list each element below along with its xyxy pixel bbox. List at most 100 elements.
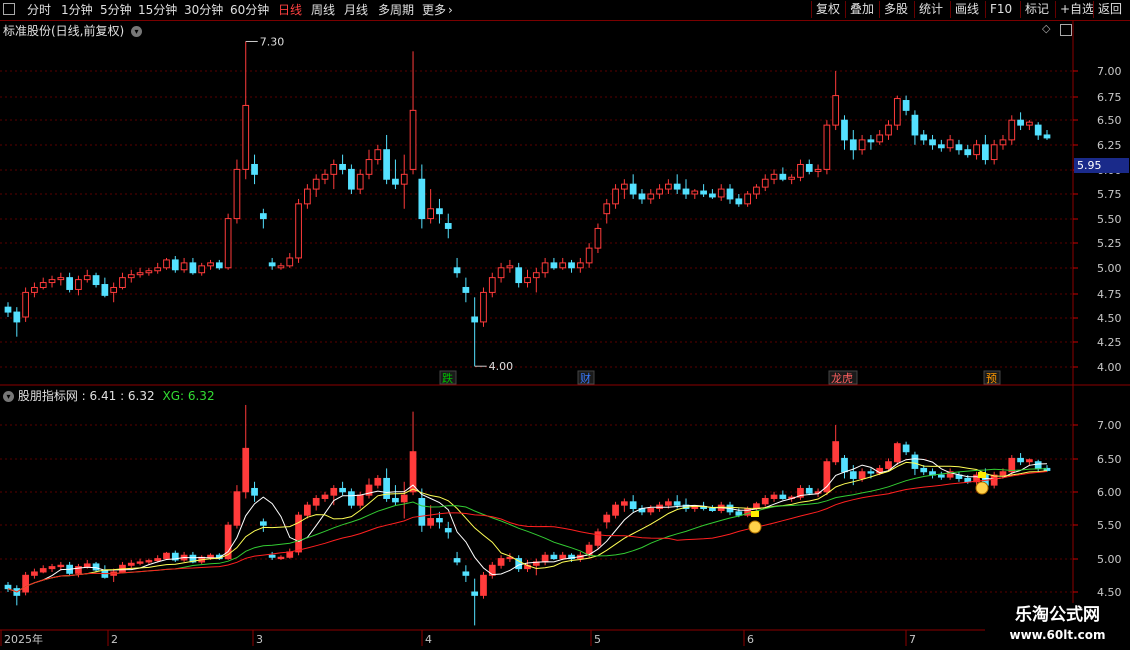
- ind-candle: [295, 514, 302, 553]
- main-candle: [57, 277, 65, 281]
- main-candle: [937, 144, 945, 149]
- ind-candle: [832, 441, 840, 463]
- ind-candle: [251, 487, 258, 496]
- main-price-label: 4.75: [1097, 288, 1122, 301]
- main-candle: [814, 168, 822, 172]
- main-candle: [259, 213, 267, 220]
- main-candle: [700, 190, 707, 195]
- main-candle: [83, 275, 91, 281]
- ind-candle: [480, 574, 487, 596]
- signal-marker: [978, 472, 986, 478]
- high-marker-label: 7.30: [260, 35, 285, 48]
- ind-candle: [163, 552, 170, 560]
- ind-candle: [312, 497, 320, 506]
- ind-candle: [277, 556, 285, 560]
- ind-candle: [356, 494, 364, 506]
- indicator-price-label: 6.00: [1097, 486, 1122, 499]
- main-candle: [224, 218, 232, 269]
- ind-candle: [550, 554, 558, 560]
- indicator-price-label: 7.00: [1097, 419, 1122, 432]
- main-candle: [761, 178, 769, 188]
- main-candle: [973, 144, 980, 156]
- main-candle: [902, 100, 910, 111]
- main-candle: [101, 284, 109, 296]
- main-price-label: 5.75: [1097, 188, 1122, 201]
- main-candle: [462, 286, 470, 293]
- ind-candle: [427, 518, 435, 526]
- ind-candle: [304, 504, 311, 516]
- date-label: 4: [425, 633, 432, 646]
- main-candle: [436, 208, 443, 215]
- indicator-name: 股朋指标网: [17, 389, 78, 403]
- main-candle: [480, 291, 487, 323]
- ind-candle: [990, 474, 998, 486]
- ind-candle: [31, 571, 38, 576]
- ind-candle: [709, 508, 716, 512]
- ind-candle: [471, 591, 479, 596]
- main-candle: [647, 193, 655, 200]
- indicator-price-label: 5.00: [1097, 553, 1122, 566]
- main-candle: [779, 173, 787, 180]
- ind-candle: [620, 501, 628, 506]
- indicator-settings-icon[interactable]: ▾: [3, 391, 14, 402]
- main-candle: [444, 223, 452, 229]
- main-candle: [585, 247, 593, 264]
- main-candle: [876, 134, 884, 143]
- main-candle: [576, 262, 584, 269]
- main-candle: [929, 139, 936, 146]
- ind-candle: [1008, 457, 1016, 473]
- money-bag-icon: [975, 481, 989, 495]
- main-candle: [66, 277, 73, 290]
- ind-candle: [136, 561, 144, 564]
- ind-candle: [488, 564, 496, 576]
- main-candle: [858, 139, 866, 151]
- ind-candle: [603, 514, 611, 523]
- ind-candle: [444, 528, 452, 533]
- main-candle: [356, 173, 364, 190]
- ind-candle: [145, 560, 153, 563]
- main-candle: [453, 267, 461, 274]
- main-candle: [1017, 119, 1024, 126]
- main-price-label: 6.75: [1097, 91, 1122, 104]
- main-price-label: 5.00: [1097, 262, 1122, 275]
- ind-candle: [127, 562, 135, 566]
- date-label: 3: [256, 633, 263, 646]
- ind-candle: [612, 504, 619, 516]
- indicator-title-bar: ▾ 股朋指标网 : 6.41 : 6.32 XG: 6.32: [3, 387, 215, 404]
- ind-candle: [154, 558, 162, 562]
- ind-candle: [233, 491, 241, 526]
- main-candle: [849, 139, 857, 151]
- ind-candle: [83, 563, 91, 568]
- main-candle: [726, 188, 734, 200]
- ind-candle: [858, 471, 866, 479]
- ind-candle: [885, 461, 892, 469]
- main-candle: [559, 262, 567, 269]
- main-candle: [198, 265, 206, 274]
- ind-candle: [453, 558, 461, 563]
- main-candle: [620, 183, 628, 190]
- main-price-label: 4.25: [1097, 336, 1122, 349]
- main-candle: [48, 279, 56, 284]
- main-price-label: 6.25: [1097, 139, 1122, 152]
- event-tag-3: 预: [986, 372, 997, 385]
- main-candle: [39, 282, 47, 288]
- main-price-label: 6.50: [1097, 114, 1122, 127]
- main-candle: [171, 259, 179, 271]
- main-candle: [304, 188, 311, 205]
- ind-candle: [48, 566, 56, 570]
- main-candle: [691, 190, 699, 195]
- main-candle: [75, 279, 82, 290]
- ind-candle: [849, 471, 857, 479]
- ind-candle: [57, 564, 65, 568]
- candlestick-chart[interactable]: 7.00 6.75 6.50 6.25 6.00 5.75 5.50 5.25 5.00 4.75…: [0, 0, 1130, 650]
- main-candle: [805, 163, 813, 172]
- main-price-label: 5.50: [1097, 213, 1122, 226]
- main-candle: [753, 186, 760, 195]
- main-candle: [832, 95, 840, 126]
- main-candle: [189, 262, 197, 274]
- ind-candle: [383, 477, 390, 499]
- ind-candle: [541, 554, 549, 563]
- main-candle: [392, 178, 399, 185]
- main-candle: [920, 134, 928, 141]
- ind-candle: [823, 461, 831, 493]
